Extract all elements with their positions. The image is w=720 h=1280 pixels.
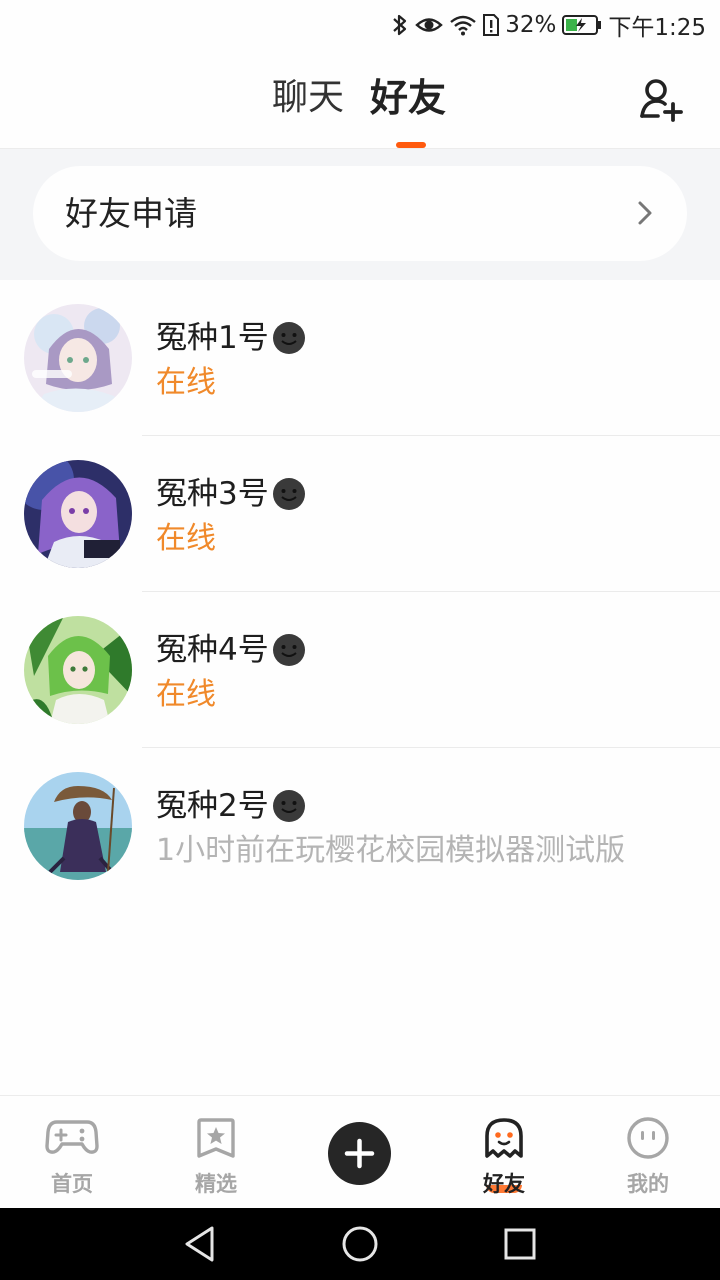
smiley-badge-icon: [272, 790, 305, 822]
friend-row[interactable]: 冤种1号 在线: [0, 280, 720, 436]
bluetooth-icon: [393, 14, 407, 36]
bottom-nav: 首页 精选 好友 我的: [0, 1095, 720, 1209]
friend-name: 冤种2号: [156, 788, 269, 824]
avatar[interactable]: [24, 616, 132, 724]
nav-profile-label: 我的: [627, 1172, 669, 1196]
friend-status: 在线: [156, 365, 216, 400]
tab-chat[interactable]: 聊天: [272, 74, 344, 122]
sim-alert-icon: [483, 14, 500, 36]
eye-icon: [415, 18, 443, 32]
friend-status: 在线: [156, 521, 216, 556]
friend-name: 冤种3号: [156, 476, 269, 512]
star-bookmark-icon: [197, 1118, 235, 1158]
status-icons: 32% 下午1:25: [391, 8, 706, 42]
recents-icon[interactable]: [502, 1224, 538, 1264]
nav-home-label: 首页: [51, 1172, 93, 1196]
avatar[interactable]: [24, 460, 132, 568]
face-icon: [627, 1117, 669, 1159]
nav-friends[interactable]: 好友: [432, 1096, 576, 1209]
smiley-badge-icon: [272, 478, 305, 510]
friend-row[interactable]: 冤种3号 在线: [0, 436, 720, 592]
chevron-right-icon: [638, 201, 652, 225]
home-icon[interactable]: [340, 1224, 380, 1264]
tab-friends[interactable]: 好友: [370, 74, 446, 122]
nav-friends-label: 好友: [483, 1172, 525, 1196]
friend-status: 1小时前在玩樱花校园模拟器测试版: [156, 833, 626, 868]
battery-charging-icon: [562, 15, 602, 35]
system-nav-bar: [0, 1208, 720, 1280]
smiley-badge-icon: [272, 634, 305, 666]
avatar[interactable]: [24, 304, 132, 412]
friend-name-line: 冤种2号: [156, 784, 307, 828]
status-bar: 32% 下午1:25: [0, 0, 720, 50]
friend-name: 冤种4号: [156, 632, 269, 668]
add-friend-icon[interactable]: [638, 76, 684, 122]
friend-name-line: 冤种1号: [156, 316, 307, 360]
clock: 下午1:25: [608, 15, 706, 41]
friend-name-line: 冤种4号: [156, 628, 307, 672]
nav-featured-label: 精选: [195, 1172, 237, 1196]
friend-request-section: 好友申请: [0, 149, 720, 280]
back-icon[interactable]: [182, 1224, 218, 1264]
plus-icon: [344, 1138, 375, 1169]
nav-profile[interactable]: 我的: [576, 1096, 720, 1209]
friend-row[interactable]: 冤种2号 1小时前在玩樱花校园模拟器测试版: [0, 748, 720, 904]
nav-home[interactable]: 首页: [0, 1096, 144, 1209]
friend-status: 在线: [156, 677, 216, 712]
avatar[interactable]: [24, 772, 132, 880]
create-button[interactable]: [328, 1122, 391, 1185]
friend-request-label: 好友申请: [65, 194, 197, 233]
wifi-icon: [450, 15, 476, 36]
friend-request-button[interactable]: 好友申请: [33, 166, 687, 261]
friend-name: 冤种1号: [156, 320, 269, 356]
nav-featured[interactable]: 精选: [144, 1096, 288, 1209]
ghost-icon: [485, 1118, 523, 1158]
smiley-badge-icon: [272, 322, 305, 354]
top-header: 聊天 好友: [0, 50, 720, 149]
active-tab-indicator: [396, 142, 426, 148]
friend-name-line: 冤种3号: [156, 472, 307, 516]
battery-percent: 32%: [505, 12, 557, 38]
gamepad-icon: [45, 1120, 99, 1154]
friend-row[interactable]: 冤种4号 在线: [0, 592, 720, 748]
